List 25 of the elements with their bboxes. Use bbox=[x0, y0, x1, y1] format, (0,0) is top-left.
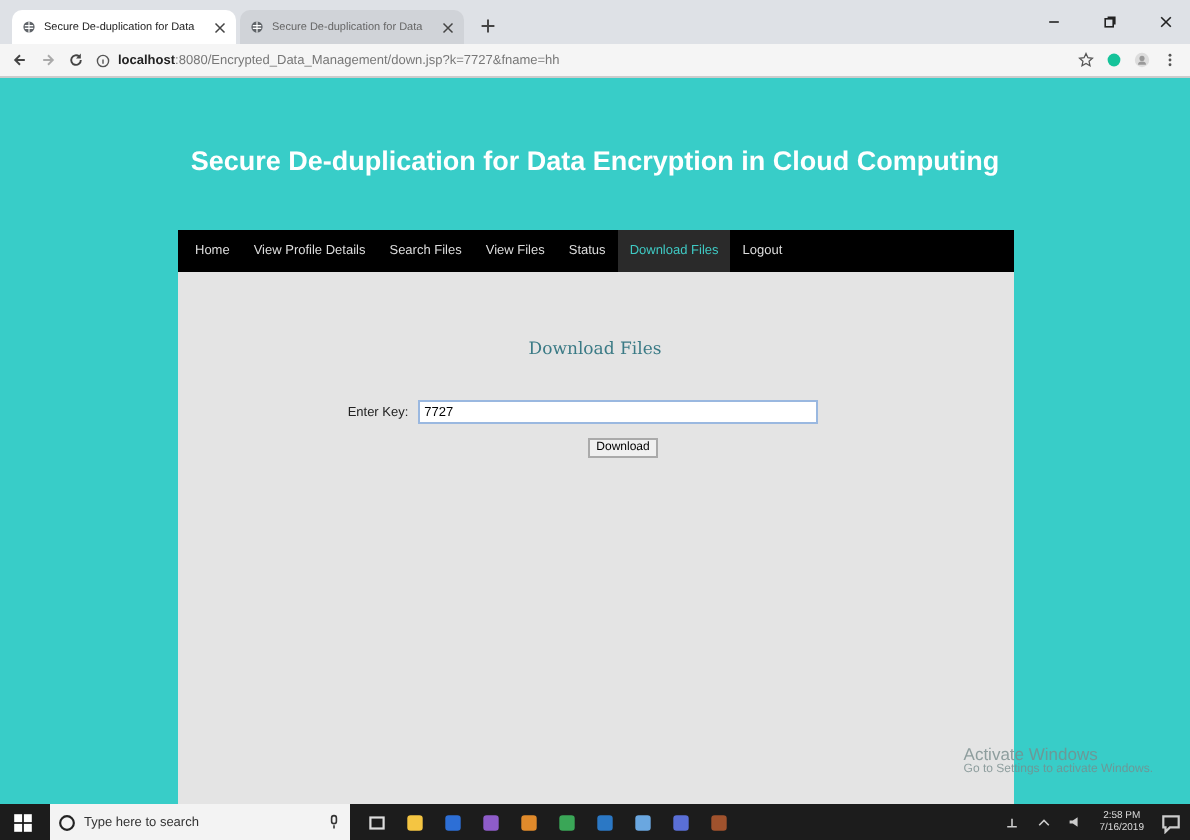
restore-icon[interactable] bbox=[1102, 14, 1118, 30]
globe-icon bbox=[250, 20, 264, 34]
page-title: Secure De-duplication for Data Encryption in Cloud Computing bbox=[190, 146, 1000, 176]
notification-icon[interactable] bbox=[1160, 811, 1182, 833]
speaker-icon[interactable] bbox=[1067, 814, 1084, 830]
app-icon[interactable] bbox=[632, 811, 654, 833]
section-heading: Download Files bbox=[528, 340, 662, 360]
new-tab-icon[interactable] bbox=[480, 18, 496, 34]
close-icon[interactable] bbox=[442, 21, 454, 33]
microphone-icon[interactable] bbox=[326, 814, 342, 830]
cortana-icon bbox=[58, 813, 76, 831]
app-icon[interactable] bbox=[404, 811, 426, 833]
close-icon[interactable] bbox=[214, 21, 226, 33]
windows-start-icon[interactable] bbox=[12, 811, 34, 833]
task-view-icon[interactable] bbox=[366, 811, 388, 833]
avatar-icon[interactable] bbox=[1134, 52, 1150, 68]
star-icon[interactable] bbox=[1078, 52, 1094, 68]
close-icon[interactable] bbox=[1158, 14, 1174, 30]
back-icon[interactable] bbox=[12, 52, 28, 68]
info-icon bbox=[96, 53, 110, 67]
globe-icon bbox=[22, 20, 36, 34]
caret-icon[interactable] bbox=[1035, 814, 1052, 830]
app-icon[interactable] bbox=[518, 811, 540, 833]
reload-icon[interactable] bbox=[68, 52, 84, 68]
app-icon[interactable] bbox=[556, 811, 578, 833]
